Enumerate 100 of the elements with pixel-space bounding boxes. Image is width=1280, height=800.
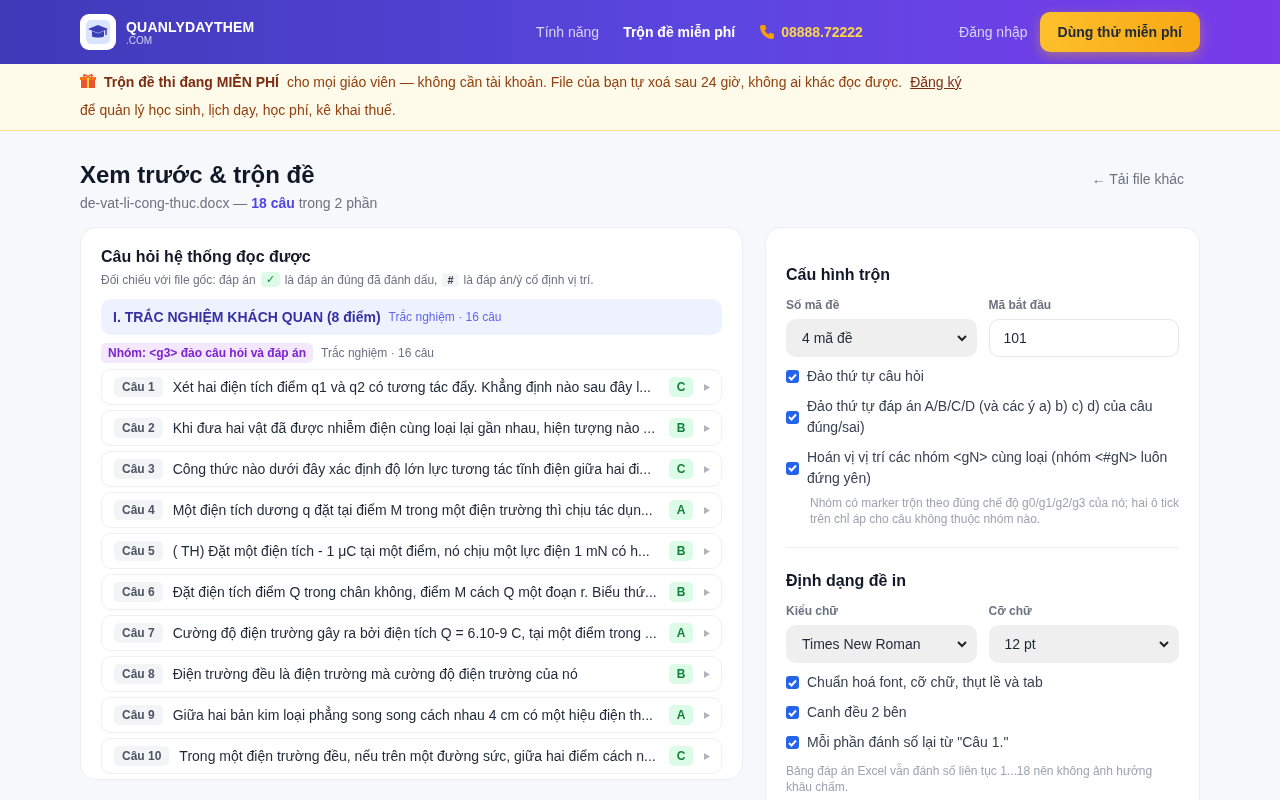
legend-text: là đáp án/ý cố định vị trí.: [463, 272, 594, 287]
nav-link[interactable]: Trộn đề miễn phí: [623, 24, 736, 40]
question-text: ( TH) Đặt một điện tích - 1 μC tại một điểm, nó chịu một lực điện 1 mN có h...: [172, 543, 651, 559]
question-number: Câu 9: [114, 705, 163, 725]
question-number: Câu 4: [114, 500, 163, 520]
section-title: Cấu hình trộn: [786, 266, 891, 284]
question-row[interactable]: Câu 9 Giữa hai bản kim loại phẳng song song cách nhau 4 cm có một hiệu điện th... A: [101, 697, 722, 733]
expand-icon[interactable]: [703, 669, 711, 679]
group-tag: Nhóm: <g3> đảo câu hỏi và đáp án: [101, 343, 314, 363]
question-text: Khi đưa hai vật đã được nhiễm điện cùng loại lại gần nhau, hiện tượng nào ...: [172, 420, 657, 436]
question-row[interactable]: Câu 5 ( TH) Đặt một điện tích - 1 μC tại một điểm, nó chịu một lực điện 1 mN có h... B: [101, 533, 722, 569]
checkbox[interactable]: [786, 676, 799, 689]
file-summary: de-vat-li-cong-thuc.docx — 18 câu trong 2 phần: [80, 195, 378, 211]
question-number: Câu 5: [114, 541, 163, 561]
answer-badge: C: [669, 746, 693, 766]
field-label: Mã bắt đầu: [988, 298, 1053, 312]
gift-icon: [80, 73, 96, 89]
login-link[interactable]: Đăng nhập: [959, 24, 1028, 40]
checkbox[interactable]: [786, 706, 799, 719]
question-text: Điện trường đều là điện trường mà cường độ điện trường của nó: [172, 666, 579, 682]
checkbox[interactable]: [786, 410, 799, 424]
expand-icon[interactable]: [703, 710, 711, 720]
hash-chip: #: [442, 272, 459, 287]
option-label[interactable]: Canh đều 2 bên: [807, 702, 907, 723]
question-number: Câu 6: [114, 582, 163, 602]
legend-text: là đáp án đúng đã đánh dấu,: [284, 272, 438, 287]
answer-badge: A: [669, 623, 693, 643]
expand-icon[interactable]: [703, 382, 711, 392]
phone-icon: [759, 24, 776, 40]
option-label[interactable]: Hoán vị vị trí các nhóm <gN> cùng loại (nhóm <#gN> luôn đứng yên): [807, 447, 1179, 489]
question-text: Xét hai điện tích điểm q1 và q2 có tương tác đẩy. Khẳng định nào sau đây l...: [172, 379, 652, 395]
expand-icon[interactable]: [703, 464, 711, 474]
expand-icon[interactable]: [703, 628, 711, 638]
expand-icon[interactable]: [703, 587, 711, 597]
question-text: Cường độ điện trường gây ra bởi điện tích Q = 6.10-9 C, tại một điểm trong ...: [172, 625, 658, 641]
answer-badge: B: [669, 582, 693, 602]
answer-badge: B: [669, 541, 693, 561]
answer-badge: C: [669, 459, 693, 479]
question-text: Công thức nào dưới đây xác định độ lớn lực tương tác tĩnh điện giữa hai đi...: [172, 461, 653, 477]
option-label[interactable]: Chuẩn hoá font, cỡ chữ, thụt lề và tab: [807, 672, 1043, 693]
question-row[interactable]: Câu 6 Đặt điện tích điểm Q trong chân không, điểm M cách Q một đoạn r. Biểu thứ... B: [101, 574, 722, 610]
card-title: Câu hỏi hệ thống đọc được: [101, 248, 312, 266]
question-text: Một điện tích dương q đặt tại điểm M trong một điện trường thì chịu tác dụn...: [172, 502, 654, 518]
checkbox[interactable]: [786, 461, 799, 475]
group-meta: Trắc nghiệm · 16 câu: [321, 346, 434, 360]
option-label[interactable]: Đảo thứ tự câu hỏi: [807, 366, 924, 387]
field-label: Kiểu chữ: [786, 604, 840, 618]
dropdown[interactable]: 4 mã đề: [786, 319, 977, 357]
answer-badge: C: [669, 377, 693, 397]
chevron-icon: [956, 334, 967, 342]
chevron-icon: [1159, 640, 1169, 648]
register-link[interactable]: Đăng ký: [910, 74, 962, 90]
question-row[interactable]: Câu 8 Điện trường đều là điện trường mà cường độ điện trường của nó B: [101, 656, 722, 692]
expand-icon[interactable]: [703, 751, 711, 761]
answer-badge: A: [669, 500, 693, 520]
logo-icon: [85, 19, 111, 45]
question-text: Trong một điện trường đều, nếu trên một đường sức, giữa hai điểm cách n...: [179, 748, 657, 764]
logo-text: QUANLYDAYTHEM: [126, 18, 255, 35]
field-label: Số mã đề: [786, 298, 841, 312]
hint-text: Bảng đáp án Excel vẫn đánh số liên tục 1...18 nên không ảnh hưởng khâu chấm.: [786, 763, 1154, 795]
page-title: Xem trước & trộn đề: [80, 161, 316, 189]
question-number: Câu 7: [114, 623, 163, 643]
section-meta: Trắc nghiệm · 16 câu: [388, 310, 502, 324]
question-row[interactable]: Câu 2 Khi đưa hai vật đã được nhiễm điện cùng loại lại gần nhau, hiện tượng nào ... B: [101, 410, 722, 446]
back-link[interactable]: ← Tải file khác: [1091, 171, 1184, 187]
field-label: Cỡ chữ: [988, 604, 1033, 618]
expand-icon[interactable]: [703, 505, 711, 515]
section-title: I. TRẮC NGHIỆM KHÁCH QUAN (8 điểm): [113, 309, 381, 325]
expand-icon[interactable]: [703, 423, 711, 433]
input-field[interactable]: 101: [988, 319, 1179, 357]
section-title: Định dạng đề in: [786, 572, 907, 590]
banner-text: Trộn đề thi đang MIỄN PHÍ cho mọi giáo viên — không cần tài khoản. File của bạn tự xoá sau 24 giờ, không ai khác đọc được. Đăng ký để quản lý học sinh, lịch dạy, học phí, kê khai thuế.: [80, 72, 963, 120]
logo-suffix: .COM: [126, 34, 153, 46]
answer-badge: B: [669, 418, 693, 438]
dropdown[interactable]: 12 pt: [988, 625, 1179, 663]
question-row[interactable]: Câu 7 Cường độ điện trường gây ra bởi điện tích Q = 6.10-9 C, tại một điểm trong ... A: [101, 615, 722, 651]
dropdown[interactable]: Times New Roman: [786, 625, 977, 663]
question-row[interactable]: Câu 4 Một điện tích dương q đặt tại điểm M trong một điện trường thì chịu tác dụn... A: [101, 492, 722, 528]
question-number: Câu 2: [114, 418, 163, 438]
question-row[interactable]: Câu 10 Trong một điện trường đều, nếu trên một đường sức, giữa hai điểm cách n... C: [101, 738, 722, 774]
hint-text: Nhóm có marker trộn theo đúng chế độ g0/g1/g2/g3 của nó; hai ô tick trên chỉ áp cho câu không thuộc nhóm nào.: [810, 495, 1179, 527]
question-number: Câu 8: [114, 664, 163, 684]
phone-number[interactable]: 08888.72222: [781, 24, 863, 40]
question-text: Giữa hai bản kim loại phẳng song song cách nhau 4 cm có một hiệu điện th...: [172, 707, 654, 723]
option-label[interactable]: Mỗi phần đánh số lại từ "Câu 1.": [807, 732, 1009, 753]
option-label[interactable]: Đảo thứ tự đáp án A/B/C/D (và các ý a) b) c) d) của câu đúng/sai): [807, 396, 1179, 438]
expand-icon[interactable]: [703, 546, 711, 556]
question-row[interactable]: Câu 3 Công thức nào dưới đây xác định độ lớn lực tương tác tĩnh điện giữa hai đi... C: [101, 451, 722, 487]
checkbox[interactable]: [786, 370, 799, 383]
answer-badge: B: [669, 664, 693, 684]
trial-button[interactable]: Dùng thử miễn phí: [1039, 12, 1200, 52]
question-text: Đặt điện tích điểm Q trong chân không, điểm M cách Q một đoạn r. Biểu thứ...: [172, 584, 658, 600]
question-row[interactable]: Câu 1 Xét hai điện tích điểm q1 và q2 có tương tác đẩy. Khẳng định nào sau đây l... C: [101, 369, 722, 405]
question-number: Câu 3: [114, 459, 163, 479]
chevron-icon: [956, 640, 967, 648]
checkbox[interactable]: [786, 736, 799, 749]
question-number: Câu 10: [114, 746, 170, 766]
answer-badge: A: [669, 705, 693, 725]
legend-text: Đối chiếu với file gốc: đáp án: [101, 272, 256, 287]
nav-link[interactable]: Tính năng: [536, 24, 600, 40]
